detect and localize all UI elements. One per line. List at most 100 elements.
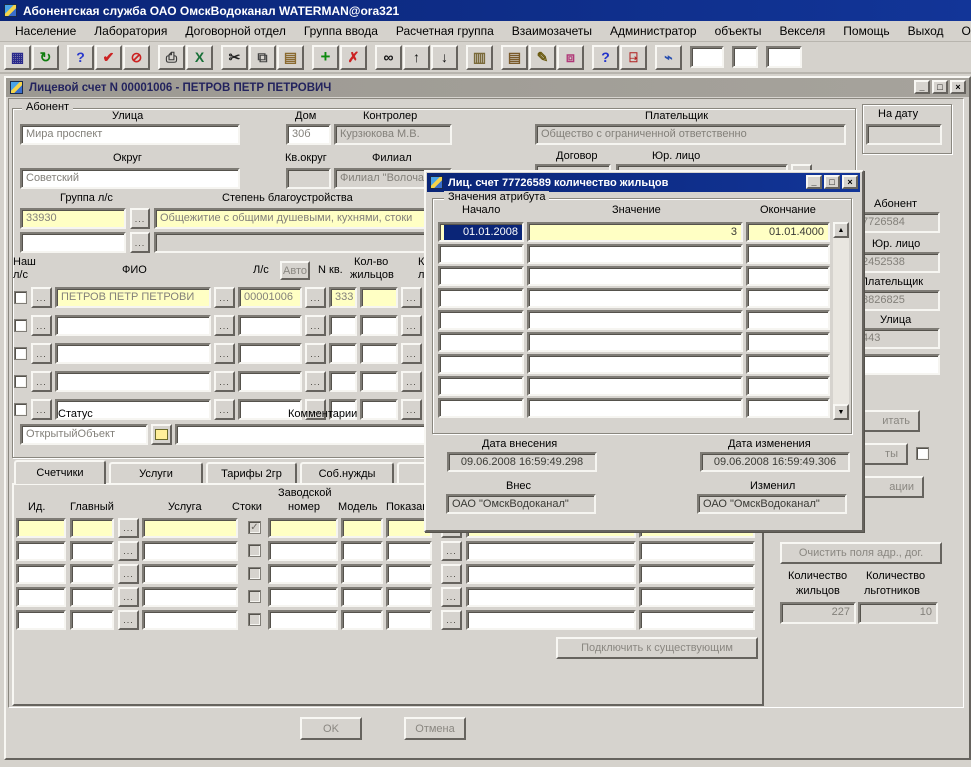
dlg-row3-end[interactable] [746, 266, 830, 286]
counter-row4-extra1[interactable] [466, 587, 636, 607]
counter-row5-main[interactable] [70, 610, 114, 630]
counter-row2-stoki-checkbox[interactable] [248, 544, 261, 557]
fio-row3-lookup4[interactable]: ... [401, 343, 422, 364]
copy-button[interactable]: ⧉ [249, 45, 276, 70]
fio-row5-lookup2[interactable]: ... [214, 399, 235, 420]
fio-row1-lookup1[interactable]: ... [31, 287, 52, 308]
cards-button[interactable]: ⧈ [557, 45, 584, 70]
app-titlebar[interactable]: Абонентская служба ОАО ОмскВодоканал WAT… [0, 0, 971, 21]
counter-row3-lookup2[interactable]: ... [441, 564, 462, 584]
fio-row2-lookup4[interactable]: ... [401, 315, 422, 336]
cancel-footer-button[interactable]: Отмена [404, 717, 466, 740]
counter-row1-id[interactable] [16, 518, 66, 538]
fio-row3-checkbox[interactable] [14, 347, 27, 360]
account-window-titlebar[interactable]: Лицевой счет N 00001006 - ПЕТРОВ ПЕТР ПЕ… [6, 78, 969, 97]
counter-row4-id[interactable] [16, 587, 66, 607]
dlg-row9-start[interactable] [438, 398, 524, 418]
counter-row2-lookup1[interactable]: ... [118, 541, 139, 561]
dlg-row2-value[interactable] [527, 244, 743, 264]
toolbar-input-2[interactable] [732, 46, 758, 68]
cut-button[interactable]: ✂ [221, 45, 248, 70]
dlg-row5-value[interactable] [527, 310, 743, 330]
trash-button[interactable]: ▥ [466, 45, 493, 70]
fio-row4-lookup2[interactable]: ... [214, 371, 235, 392]
counter-row5-factory[interactable] [268, 610, 338, 630]
delete-button[interactable]: ✗ [340, 45, 367, 70]
counter-row3-extra1[interactable] [466, 564, 636, 584]
menu-item-vzaimozachety[interactable]: Взаимозачеты [503, 22, 601, 40]
counter-row2-model[interactable] [341, 541, 383, 561]
counter-row5-stoki-checkbox[interactable] [248, 613, 261, 626]
connect-plug-button[interactable]: ⌁ [655, 45, 682, 70]
menu-item-okno[interactable]: Окно [953, 22, 971, 40]
dialog-close-button[interactable]: × [842, 175, 858, 189]
counter-row1-lookup1[interactable]: ... [118, 518, 139, 538]
counter-row1-factory[interactable] [268, 518, 338, 538]
status-field[interactable]: ОткрытыйОбъект [20, 424, 148, 445]
dlg-row2-end[interactable] [746, 244, 830, 264]
dialog-scrollbar[interactable] [833, 222, 849, 420]
menu-item-objekty[interactable]: объекты [706, 22, 771, 40]
ok-button[interactable]: OK [300, 717, 362, 740]
counter-row4-stoki-checkbox[interactable] [248, 590, 261, 603]
counter-row2-readings[interactable] [386, 541, 432, 561]
rp-extra-field[interactable] [856, 354, 940, 375]
dlg-row6-end[interactable] [746, 332, 830, 352]
dlg-row8-start[interactable] [438, 376, 524, 396]
counter-row3-factory[interactable] [268, 564, 338, 584]
menu-item-laboratoria[interactable]: Лаборатория [85, 22, 176, 40]
maximize-button[interactable]: □ [932, 80, 948, 94]
fio-row3-lookup1[interactable]: ... [31, 343, 52, 364]
counter-row5-extra2[interactable] [639, 610, 755, 630]
dlg-row5-end[interactable] [746, 310, 830, 330]
close-button[interactable]: × [950, 80, 966, 94]
fio-row2-nkv[interactable] [329, 315, 357, 336]
cancel-button[interactable]: ⊘ [123, 45, 150, 70]
counter-row5-extra1[interactable] [466, 610, 636, 630]
dialog-maximize-button[interactable]: □ [824, 175, 840, 189]
counter-row5-readings[interactable] [386, 610, 432, 630]
fio-row2-checkbox[interactable] [14, 319, 27, 332]
counter-row4-lookup1[interactable]: ... [118, 587, 139, 607]
dlg-row1-value[interactable]: 3 [527, 222, 743, 242]
group-ls2-lookup-button[interactable]: ... [130, 232, 150, 253]
rp-street-field[interactable]: 443 [856, 328, 940, 349]
paste-button[interactable]: ▤ [277, 45, 304, 70]
counter-row4-service[interactable] [142, 587, 238, 607]
move-down-button[interactable]: ↓ [431, 45, 458, 70]
fio-row4-lookup3[interactable]: ... [305, 371, 326, 392]
fio-row3-lookup3[interactable]: ... [305, 343, 326, 364]
help-button[interactable]: ? [592, 45, 619, 70]
group-ls-lookup-button[interactable]: ... [130, 208, 150, 229]
auto-button[interactable]: Авто [280, 261, 310, 280]
counter-row5-service[interactable] [142, 610, 238, 630]
fio-row2-account[interactable] [238, 315, 302, 336]
fio-row2-lookup2[interactable]: ... [214, 315, 235, 336]
clipboard-button[interactable]: ▤ [501, 45, 528, 70]
tab-schetchiki[interactable]: Счетчики [14, 460, 106, 484]
dlg-row4-end[interactable] [746, 288, 830, 308]
fio-row4-residents[interactable] [360, 371, 398, 392]
menu-item-dogovornoy[interactable]: Договорной отдел [176, 22, 294, 40]
tab-tarify-2gr[interactable]: Тарифы 2гр [206, 462, 297, 484]
dlg-row3-value[interactable] [527, 266, 743, 286]
fio-row5-lookup1[interactable]: ... [31, 399, 52, 420]
counter-row3-lookup1[interactable]: ... [118, 564, 139, 584]
dlg-row9-value[interactable] [527, 398, 743, 418]
menu-item-vykhod[interactable]: Выход [899, 22, 953, 40]
dlg-row4-start[interactable] [438, 288, 524, 308]
dlg-row1-start[interactable]: 01.01.2008 [438, 222, 524, 242]
street-field[interactable]: Мира проспект [20, 124, 240, 145]
fio-row2-name[interactable] [55, 315, 211, 336]
move-up-button[interactable]: ↑ [403, 45, 430, 70]
rp-checkbox[interactable] [916, 447, 929, 460]
counter-row2-main[interactable] [70, 541, 114, 561]
dlg-row5-start[interactable] [438, 310, 524, 330]
fio-row2-lookup1[interactable]: ... [31, 315, 52, 336]
counter-row3-service[interactable] [142, 564, 238, 584]
refresh-button[interactable]: ↻ [32, 45, 59, 70]
scroll-down-button[interactable]: ▼ [833, 404, 849, 420]
counter-row5-model[interactable] [341, 610, 383, 630]
menu-item-raschetnaya[interactable]: Расчетная группа [387, 22, 503, 40]
beneficiaries-count-field[interactable]: 10 [858, 602, 938, 624]
